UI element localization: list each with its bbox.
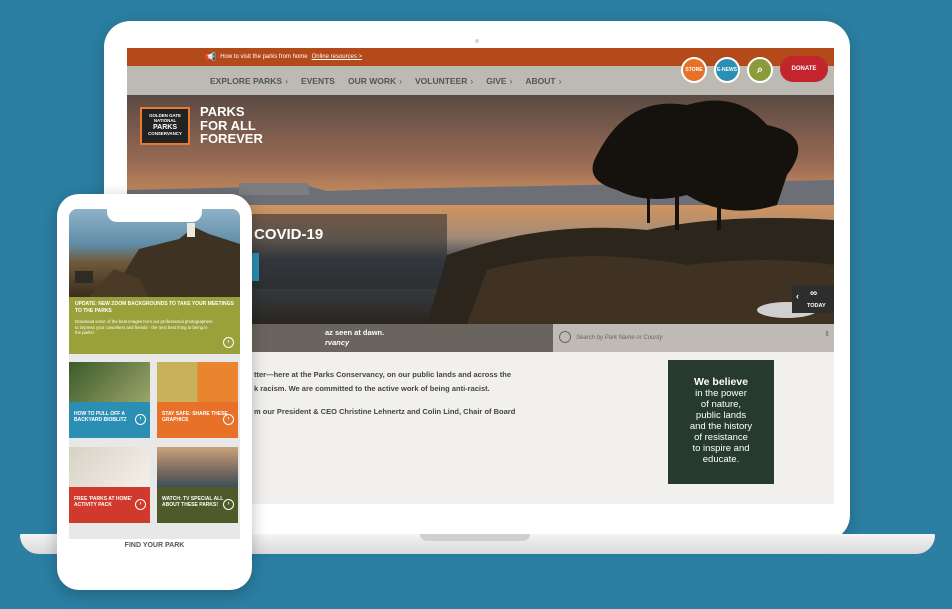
activity-pack-image: [69, 447, 150, 487]
gg-conservancy-logo[interactable]: GOLDEN GATE NATIONAL PARKS CONSERVANCY: [140, 107, 190, 145]
arrow-right-icon[interactable]: ›: [223, 414, 234, 425]
stay-safe-card[interactable]: STAY SAFE: SHARE THESE GRAPHICS ›: [157, 362, 238, 438]
search-icon[interactable]: ⌕: [747, 57, 773, 83]
nav-events[interactable]: EVENTS: [301, 76, 335, 86]
park-search-input[interactable]: Search by Park Name or County: [576, 335, 662, 341]
park-search[interactable]: Search by Park Name or County ⇕: [553, 324, 834, 352]
announcement-text: How to visit the parks from home: [220, 54, 308, 60]
nav-volunteer[interactable]: VOLUNTEER ›: [415, 76, 473, 86]
tagline: PARKS FOR ALL FOREVER: [200, 104, 263, 147]
phone-frame: UPDATE: NEW ZOOM BACKGROUNDS TO TAKE YOU…: [57, 194, 252, 590]
we-believe-card: We believe in the power of nature, public …: [668, 360, 774, 484]
arrow-right-icon[interactable]: ›: [223, 337, 234, 348]
megaphone-icon: 📢: [205, 51, 217, 62]
laptop-notch: [420, 534, 530, 541]
arrow-right-icon[interactable]: ›: [135, 499, 146, 510]
arrow-right-icon[interactable]: ›: [135, 414, 146, 425]
bridge-image: [157, 447, 238, 487]
tv-special-card[interactable]: WATCH: TV SPECIAL ALL ABOUT THESE PARKS!…: [157, 447, 238, 523]
hero-headline: COVID-19: [254, 226, 324, 243]
statement-text: tter—here at the Parks Conservancy, on o…: [254, 370, 512, 394]
bioblitz-card[interactable]: HOW TO PULL OFF A BACKYARD BIOBLITZ ›: [69, 362, 150, 438]
bird-image: [69, 362, 150, 402]
nav-give[interactable]: GIVE ›: [486, 76, 512, 86]
zoom-backgrounds-card[interactable]: UPDATE: NEW ZOOM BACKGROUNDS TO TAKE YOU…: [69, 297, 240, 354]
letter-link-text[interactable]: m our President & CEO Christine Lehnertz…: [254, 405, 515, 419]
search-icon: [559, 331, 571, 343]
activity-pack-card[interactable]: FREE 'PARKS AT HOME' ACTIVITY PACK ›: [69, 447, 150, 523]
online-resources-link[interactable]: Online resources >: [312, 54, 363, 60]
updown-icon[interactable]: ⇕: [824, 330, 830, 338]
mobile-site: UPDATE: NEW ZOOM BACKGROUNDS TO TAKE YOU…: [69, 209, 240, 539]
enews-button[interactable]: E-NEWS: [714, 57, 740, 83]
store-button[interactable]: STORE: [681, 57, 707, 83]
binoculars-icon: ∞: [810, 288, 818, 299]
laptop-camera: [475, 39, 479, 43]
donate-button[interactable]: DONATE: [780, 56, 828, 82]
lighthouse-image: [69, 209, 240, 297]
find-your-park-button[interactable]: FIND YOUR PARK: [57, 542, 252, 549]
nav-about[interactable]: ABOUT ›: [525, 76, 561, 86]
nav-our-work[interactable]: OUR WORK ›: [348, 76, 402, 86]
chevron-left-icon[interactable]: ‹: [796, 291, 799, 301]
phone-notch: [107, 208, 202, 222]
nav-explore-parks[interactable]: EXPLORE PARKS ›: [210, 76, 288, 86]
graphics-image: [157, 362, 238, 402]
today-widget[interactable]: ‹ ∞ TODAY: [792, 285, 834, 313]
arrow-right-icon[interactable]: ›: [223, 499, 234, 510]
